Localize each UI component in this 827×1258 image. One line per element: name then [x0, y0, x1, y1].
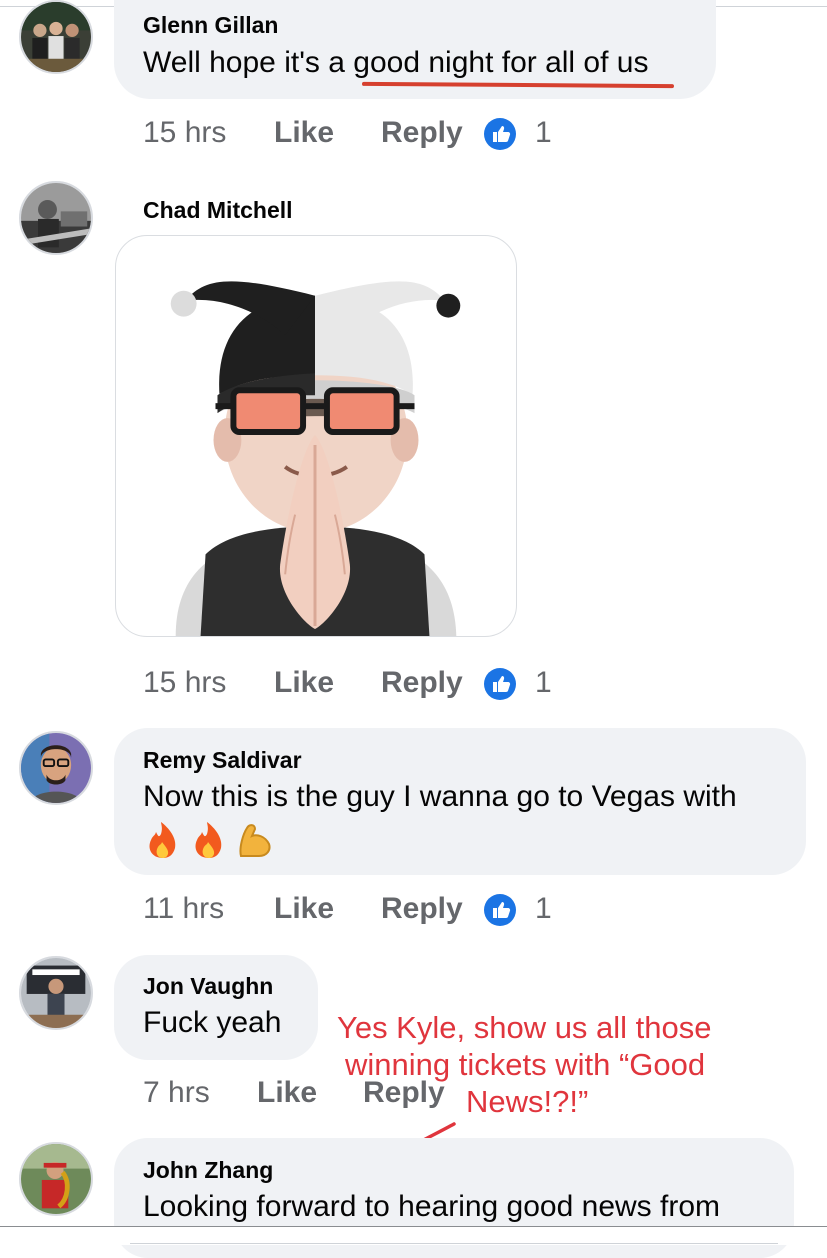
emoji-row [145, 820, 285, 865]
comment-author[interactable]: Remy Saldivar [143, 747, 302, 774]
avatar[interactable] [19, 1142, 93, 1216]
annotation-line-1: Yes Kyle, show us all those [337, 1010, 712, 1045]
like-count: 1 [535, 666, 552, 699]
annotation-line-3: News!?!” [466, 1084, 589, 1119]
comment-author[interactable]: John Zhang [143, 1157, 273, 1184]
fire-icon [195, 822, 222, 858]
like-button[interactable]: Like [274, 666, 334, 699]
like-reaction-icon[interactable] [484, 118, 516, 150]
bottom-divider [130, 1243, 778, 1244]
like-count: 1 [535, 892, 552, 925]
like-count: 1 [535, 116, 552, 149]
avatar[interactable] [19, 0, 93, 74]
comment-text: Now this is the guy I wanna go to Vegas … [143, 780, 737, 813]
reply-button[interactable]: Reply [381, 116, 463, 149]
jester-avatar-icon [170, 281, 461, 636]
like-reaction-icon[interactable] [484, 894, 516, 926]
comment-author[interactable]: Glenn Gillan [143, 12, 278, 39]
like-button[interactable]: Like [274, 892, 334, 925]
avatar[interactable] [19, 731, 93, 805]
fire-icon [149, 822, 176, 858]
comment-text: Well hope it's a good night for all of u… [143, 46, 649, 79]
avatar[interactable] [19, 956, 93, 1030]
sticker-image[interactable] [115, 235, 517, 637]
comment-time[interactable]: 15 hrs [143, 666, 226, 699]
comment-time[interactable]: 7 hrs [143, 1076, 210, 1109]
annotation-line-2: winning tickets with “Good [345, 1047, 706, 1082]
reply-button[interactable]: Reply [381, 892, 463, 925]
comment-author[interactable]: Jon Vaughn [143, 973, 273, 1000]
reply-button[interactable]: Reply [381, 666, 463, 699]
flexed-biceps-icon [239, 824, 271, 857]
comment-author[interactable]: Chad Mitchell [143, 197, 293, 224]
like-button[interactable]: Like [257, 1076, 317, 1109]
comment-text: Fuck yeah [143, 1006, 282, 1039]
avatar[interactable] [19, 181, 93, 255]
like-reaction-icon[interactable] [484, 668, 516, 700]
comment-time[interactable]: 15 hrs [143, 116, 226, 149]
comment-text: Looking forward to hearing good news fro… [143, 1190, 721, 1223]
like-button[interactable]: Like [274, 116, 334, 149]
comment-time[interactable]: 11 hrs [143, 892, 224, 925]
